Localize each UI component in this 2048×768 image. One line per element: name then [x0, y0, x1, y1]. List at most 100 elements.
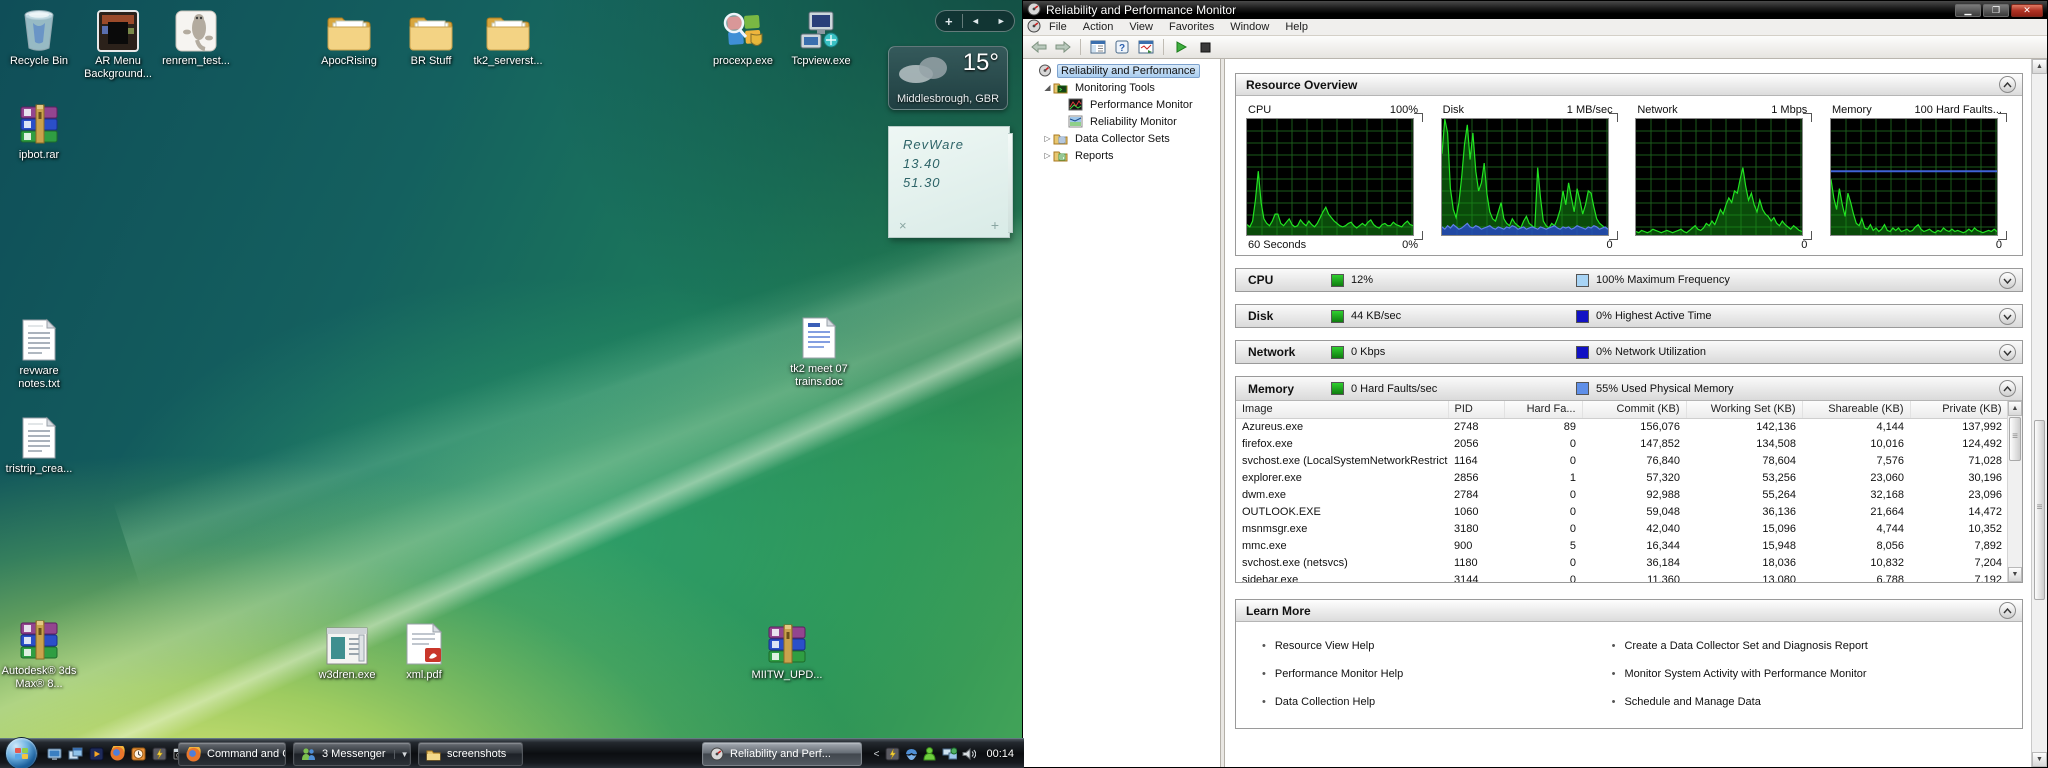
- desktop-icon-ar-menu-background[interactable]: AR Menu Background...: [79, 6, 157, 81]
- column-header[interactable]: Image: [1236, 401, 1448, 418]
- expand-meter-button[interactable]: [1999, 272, 2016, 289]
- menu-view[interactable]: View: [1121, 21, 1161, 33]
- desktop-icon-autodesk-3ds-max-8[interactable]: Autodesk® 3ds Max® 8...: [0, 616, 78, 691]
- quicklaunch-winamp-icon[interactable]: [151, 745, 168, 762]
- start-button[interactable]: [5, 737, 38, 768]
- learn-more-link[interactable]: Resource View Help: [1262, 632, 1612, 660]
- desktop-icon-br-stuff[interactable]: BR Stuff: [392, 6, 470, 68]
- run-button[interactable]: [1171, 38, 1191, 56]
- console-tree-button[interactable]: [1088, 38, 1108, 56]
- weather-gadget[interactable]: 15° Middlesbrough, GBR: [888, 46, 1008, 110]
- quicklaunch-switch-windows-icon[interactable]: [67, 745, 84, 762]
- tray-expand-chevron[interactable]: <: [874, 749, 880, 760]
- process-row[interactable]: svchost.exe (netsvcs)1180036,18418,03610…: [1236, 554, 2008, 571]
- gadget-add-button[interactable]: +: [936, 14, 962, 29]
- taskbar-button-command-and-co[interactable]: Command and Co...: [178, 742, 286, 766]
- process-row[interactable]: OUTLOOK.EXE1060059,04836,13621,66414,472: [1236, 503, 2008, 520]
- table-scrollbar[interactable]: ▲ ▼: [2007, 401, 2022, 582]
- process-row[interactable]: Azureus.exe274889156,076142,1364,144137,…: [1236, 418, 2008, 435]
- meter-bar-disk[interactable]: Disk 44 KB/sec 0% Highest Active Time: [1235, 304, 2023, 328]
- menu-help[interactable]: Help: [1277, 21, 1316, 33]
- maximize-button[interactable]: ❐: [1983, 4, 2009, 17]
- title-bar[interactable]: Reliability and Performance Monitor ▁ ❐ …: [1023, 1, 2047, 19]
- column-header[interactable]: Commit (KB): [1582, 401, 1686, 418]
- expand-meter-button[interactable]: [1999, 308, 2016, 325]
- gadget-prev-button[interactable]: ◄: [963, 16, 989, 26]
- note-add-button[interactable]: +: [991, 217, 999, 233]
- scroll-down-arrow[interactable]: ▼: [2008, 567, 2022, 582]
- desktop-icon-tk2-meet-07-trains-doc[interactable]: tk2 meet 07 trains.doc: [780, 314, 858, 389]
- process-row[interactable]: dwm.exe2784092,98855,26432,16823,096: [1236, 486, 2008, 503]
- forward-button[interactable]: [1053, 38, 1073, 56]
- quicklaunch-show-desktop-icon[interactable]: [46, 745, 63, 762]
- learn-more-link[interactable]: Monitor System Activity with Performance…: [1612, 660, 1962, 688]
- tray-msn-icon[interactable]: [904, 747, 919, 762]
- tray-winamp-icon[interactable]: [885, 747, 900, 762]
- sticky-note-gadget[interactable]: RevWare13.4051.30 × +: [888, 126, 1010, 238]
- tray-network-icon[interactable]: [942, 747, 957, 762]
- expand-meter-button[interactable]: [1999, 344, 2016, 361]
- pane-scrollbar[interactable]: ▲ ▼: [2031, 59, 2047, 767]
- gadget-controls[interactable]: + ◄ ►: [935, 10, 1015, 32]
- quicklaunch-firefox-icon[interactable]: [109, 745, 126, 762]
- tree-item-monitoring-tools[interactable]: ◢ Monitoring Tools: [1023, 79, 1220, 96]
- scroll-thumb[interactable]: [2009, 417, 2021, 461]
- taskbar-button-reliability-and-perf[interactable]: Reliability and Perf...: [702, 742, 862, 766]
- desktop[interactable]: Recycle Bin AR Menu Background... renrem…: [0, 0, 1024, 768]
- process-row[interactable]: explorer.exe2856157,32053,25623,06030,19…: [1236, 469, 2008, 486]
- process-row[interactable]: firefox.exe20560147,852134,50810,016124,…: [1236, 435, 2008, 452]
- menu-favorites[interactable]: Favorites: [1161, 21, 1222, 33]
- meter-bar-cpu[interactable]: CPU 12% 100% Maximum Frequency: [1235, 268, 2023, 292]
- desktop-icon-apocrising[interactable]: ApocRising: [310, 6, 388, 68]
- process-row[interactable]: svchost.exe (LocalSystemNetworkRestrict.…: [1236, 452, 2008, 469]
- process-row[interactable]: msnmsgr.exe3180042,04015,0964,74410,352: [1236, 520, 2008, 537]
- desktop-icon-ipbot-rar[interactable]: ipbot.rar: [0, 100, 78, 162]
- desktop-icon-w3dren-exe[interactable]: w3dren.exe: [308, 620, 386, 682]
- help-button[interactable]: ?: [1112, 38, 1132, 56]
- column-header[interactable]: Shareable (KB): [1802, 401, 1910, 418]
- menu-window[interactable]: Window: [1222, 21, 1277, 33]
- quicklaunch-media-player-icon[interactable]: [88, 745, 105, 762]
- tree-expander[interactable]: ▷: [1042, 134, 1053, 143]
- desktop-icon-revware-notes-txt[interactable]: revware notes.txt: [0, 316, 78, 391]
- close-button[interactable]: ✕: [2011, 4, 2043, 17]
- note-close-button[interactable]: ×: [899, 218, 907, 233]
- process-row[interactable]: mmc.exe900516,34415,9488,0567,892: [1236, 537, 2008, 554]
- column-header[interactable]: Working Set (KB): [1686, 401, 1802, 418]
- stop-button[interactable]: [1195, 38, 1215, 56]
- column-header[interactable]: PID: [1448, 401, 1504, 418]
- desktop-icon-recycle-bin[interactable]: Recycle Bin: [0, 6, 78, 68]
- menu-file[interactable]: File: [1041, 21, 1075, 33]
- learn-more-link[interactable]: Schedule and Manage Data: [1612, 688, 1962, 716]
- quicklaunch-scheduler-icon[interactable]: [130, 745, 147, 762]
- scroll-thumb[interactable]: [2034, 420, 2045, 600]
- tray-buddy-icon[interactable]: [923, 747, 938, 762]
- desktop-icon-renrem-test[interactable]: renrem_test...: [157, 6, 235, 68]
- desktop-icon-tk2-serverst[interactable]: tk2_serverst...: [469, 6, 547, 68]
- back-button[interactable]: [1029, 38, 1049, 56]
- scroll-up-arrow[interactable]: ▲: [2032, 59, 2047, 74]
- collapse-section-button[interactable]: [1999, 602, 2016, 619]
- column-header[interactable]: Private (KB): [1910, 401, 2008, 418]
- tree-expander[interactable]: ▷: [1042, 151, 1053, 160]
- desktop-icon-xml-pdf[interactable]: xml.pdf: [385, 620, 463, 682]
- learn-more-link[interactable]: Data Collection Help: [1262, 688, 1612, 716]
- taskbar-button-3-messenger[interactable]: 3 Messenger ▼: [293, 742, 411, 766]
- tree-item-reliability-and-performance[interactable]: Reliability and Performance: [1023, 62, 1220, 79]
- expand-meter-button[interactable]: [1999, 380, 2016, 397]
- console-window-button[interactable]: [1136, 38, 1156, 56]
- tree-item-performance-monitor[interactable]: Performance Monitor: [1023, 96, 1220, 113]
- desktop-icon-miitw-upd[interactable]: MIITW_UPD...: [748, 620, 826, 682]
- group-dropdown-arrow[interactable]: ▼: [394, 750, 409, 759]
- desktop-icon-tristrip-crea[interactable]: tristrip_crea...: [0, 414, 78, 476]
- collapse-section-button[interactable]: [1999, 76, 2016, 93]
- desktop-icon-tcpview-exe[interactable]: Tcpview.exe: [782, 6, 860, 68]
- process-row[interactable]: sidebar.exe3144011,36013,0806,7887,192: [1236, 571, 2008, 582]
- process-table[interactable]: ImagePIDHard Fa...Commit (KB)Working Set…: [1236, 401, 2009, 582]
- minimize-button[interactable]: ▁: [1955, 4, 1981, 17]
- table-header-row[interactable]: ImagePIDHard Fa...Commit (KB)Working Set…: [1236, 401, 2008, 418]
- scroll-up-arrow[interactable]: ▲: [2008, 401, 2022, 416]
- taskbar-button-screenshots[interactable]: screenshots: [418, 742, 523, 766]
- tree-item-reports[interactable]: ▷ Reports: [1023, 147, 1220, 164]
- desktop-icon-procexp-exe[interactable]: procexp.exe: [704, 6, 782, 68]
